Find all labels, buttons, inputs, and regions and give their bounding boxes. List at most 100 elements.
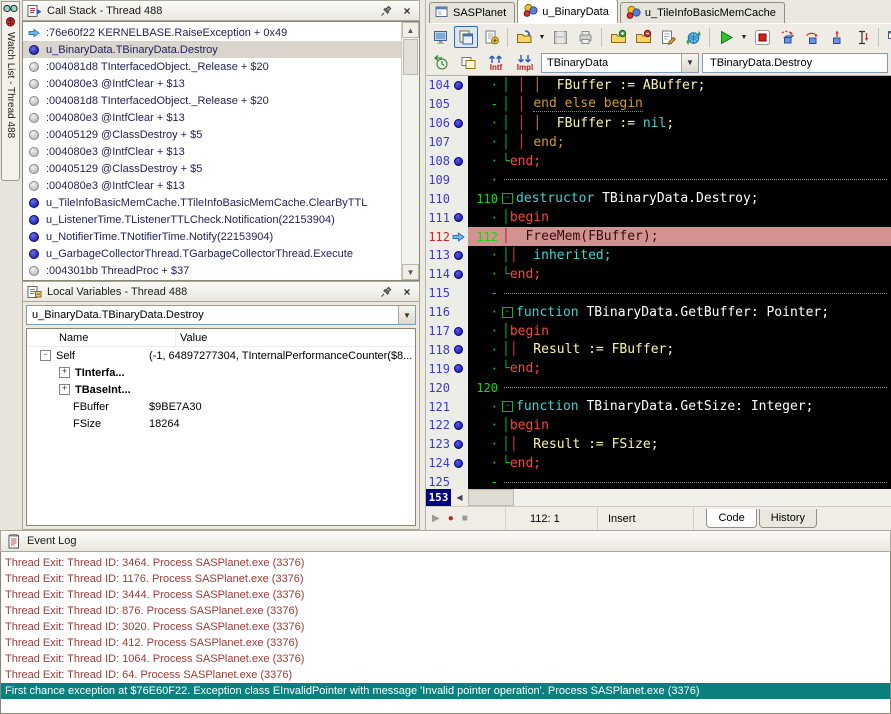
gutter-cell[interactable]: 109 [426,170,468,189]
code-line[interactable]: 114·└end; [426,265,891,284]
fold-collapse-icon[interactable]: - [502,193,513,204]
code-line[interactable]: 111·│begin [426,208,891,227]
editor-tab-SASPlanet[interactable]: SASPlanet [429,2,515,23]
call-stack-frame[interactable]: :004080e3 @IntfClear + $13 [23,75,401,92]
gutter-cell[interactable]: 111 [426,208,468,227]
column-header-name[interactable]: Name [27,329,176,346]
editor-tab-u_BinaryData[interactable]: u_BinaryData [517,0,618,23]
code-line[interactable]: 121·-function TBinaryData.GetSize: Integ… [426,397,891,416]
code-line[interactable]: 116·-function TBinaryData.GetBuffer: Poi… [426,303,891,322]
debug-line-dot-icon[interactable] [454,270,463,279]
close-button[interactable]: × [399,3,415,18]
tab-code[interactable]: Code [706,509,756,528]
code-text[interactable]: ·-function TBinaryData.GetBuffer: Pointe… [468,303,891,322]
debug-line-dot-icon[interactable] [454,421,463,430]
call-stack-frame[interactable]: :004081d8 TInterfacedObject._Release + $… [23,92,401,109]
code-text[interactable]: ·│ │ end; [468,133,891,152]
gutter-cell[interactable]: 106 [426,114,468,133]
fold-collapse-icon[interactable]: - [502,307,513,318]
gutter-cell[interactable]: 114 [426,265,468,284]
tab-history[interactable]: History [759,509,817,528]
code-text[interactable]: 120 [468,378,891,397]
expand-box-icon[interactable]: + [59,384,70,395]
debug-line-dot-icon[interactable] [454,345,463,354]
stack-frame-combo[interactable]: u_BinaryData.TBinaryData.Destroy ▼ [26,305,416,325]
local-variable-row[interactable]: +TInterfa... [27,364,415,381]
remove-file-from-project-button[interactable] [631,26,655,48]
code-line[interactable]: 124·└end; [426,454,891,473]
call-stack-frame[interactable]: :00405129 @ClassDestroy + $5 [23,126,401,143]
call-stack-frame[interactable]: :76e60f22 KERNELBASE.RaiseException + 0x… [23,24,401,41]
call-stack-frame[interactable]: :004080e3 @IntfClear + $13 [23,143,401,160]
debug-windows-button[interactable] [883,26,891,48]
add-file-to-project-button[interactable] [606,26,630,48]
code-text[interactable]: 110-destructor TBinaryData.Destroy; [468,189,891,208]
gutter-cell[interactable]: 115 [426,284,468,303]
code-text[interactable]: - [468,473,891,489]
current-execution-line[interactable]: 112│ FreeMem(FBuffer); [468,227,891,246]
code-text[interactable]: ·-function TBinaryData.GetSize: Integer; [468,397,891,416]
class-combo[interactable]: TBinaryData ▼ [541,53,699,73]
code-text[interactable]: ·│begin [468,416,891,435]
gutter-cell[interactable]: 120 [426,378,468,397]
event-log-entry[interactable]: Thread Exit: Thread ID: 1176. Process SA… [1,571,890,587]
call-stack-frame[interactable]: u_ListenerTime.TListenerTTLCheck.Notific… [23,211,401,228]
gutter-cell[interactable]: 108 [426,152,468,171]
gutter-cell[interactable]: 124 [426,454,468,473]
scroll-down-button[interactable]: ▼ [402,264,419,280]
macro-stop-button[interactable]: ■ [462,513,468,524]
goto-implementation-button[interactable]: Impl [512,52,538,74]
code-line[interactable]: 113·││ inherited; [426,246,891,265]
code-line[interactable]: 117·│begin [426,322,891,341]
gutter-cell[interactable]: 110 [426,189,468,208]
code-line[interactable]: 104·│ │ │ FBuffer := ABuffer; [426,76,891,95]
watch-list-tab[interactable]: Watch List - Thread 488 [1,1,20,181]
debug-line-dot-icon[interactable] [454,459,463,468]
code-text[interactable]: ·│ │ │ FBuffer := nil; [468,114,891,133]
method-breadcrumb[interactable]: TBinaryData.Destroy [702,53,888,73]
collapse-box-icon[interactable]: - [40,350,51,361]
code-line[interactable]: 119·└end; [426,359,891,378]
event-log-entry[interactable]: Thread Exit: Thread ID: 3444. Process SA… [1,587,890,603]
gutter-cell[interactable]: 118 [426,340,468,359]
gutter-cell[interactable]: 125 [426,473,468,489]
run-dropdown[interactable]: ▼ [739,34,749,41]
run-to-cursor-button[interactable] [850,26,874,48]
code-line[interactable]: 107·│ │ end; [426,133,891,152]
debug-line-dot-icon[interactable] [454,81,463,90]
scroll-up-button[interactable]: ▲ [402,22,419,38]
call-stack-frame[interactable]: u_TileInfoBasicMemCache.TTileInfoBasicMe… [23,194,401,211]
gutter-cell[interactable]: 112 [426,227,468,246]
code-line[interactable]: 122·│begin [426,416,891,435]
hscroll-left-button[interactable]: ◀ [451,489,468,506]
code-line[interactable]: 115- [426,284,891,303]
event-log-entry[interactable]: Thread Exit: Thread ID: 3020. Process SA… [1,619,890,635]
gutter-cell[interactable]: 105 [426,95,468,114]
todo-list-button[interactable] [656,26,680,48]
code-text[interactable]: -│ │ end else begin [468,95,891,114]
code-text[interactable]: ·└end; [468,454,891,473]
local-variable-row[interactable]: FBuffer$9BE7A30 [27,398,415,415]
code-line[interactable]: 106·│ │ │ FBuffer := nil; [426,114,891,133]
local-variable-row[interactable]: -Self(-1, 64897277304, TInternalPerforma… [27,347,415,364]
gutter-cell[interactable]: 122 [426,416,468,435]
macro-play-button[interactable]: ▶ [432,513,440,524]
call-stack-frame[interactable]: :004301bb ThreadProc + $37 [23,262,401,279]
call-stack-frame[interactable]: u_NotifierTime.TNotifierTime.Notify(2215… [23,228,401,245]
event-log-entry[interactable]: Thread Exit: Thread ID: 64. Process SASP… [1,667,890,683]
code-line[interactable]: 120120 [426,378,891,397]
call-stack-frame[interactable]: :00405129 @ClassDestroy + $5 [23,160,401,177]
call-stack-frame[interactable]: :004080e3 @IntfClear + $13 [23,109,401,126]
event-log-entry[interactable]: Thread Exit: Thread ID: 412. Process SAS… [1,635,890,651]
window-swap-button[interactable] [456,52,480,74]
build-button[interactable] [681,26,705,48]
code-text[interactable]: - [468,284,891,303]
gutter-cell[interactable]: 107 [426,133,468,152]
open-file-dropdown[interactable]: ▼ [537,34,547,41]
program-pause-button[interactable] [750,26,774,48]
debug-line-dot-icon[interactable] [454,327,463,336]
code-text[interactable]: · [468,170,891,189]
scroll-thumb[interactable] [403,39,418,75]
call-stack-frame[interactable]: u_GarbageCollectorThread.TGarbageCollect… [23,245,401,262]
pin-button[interactable] [378,284,394,299]
